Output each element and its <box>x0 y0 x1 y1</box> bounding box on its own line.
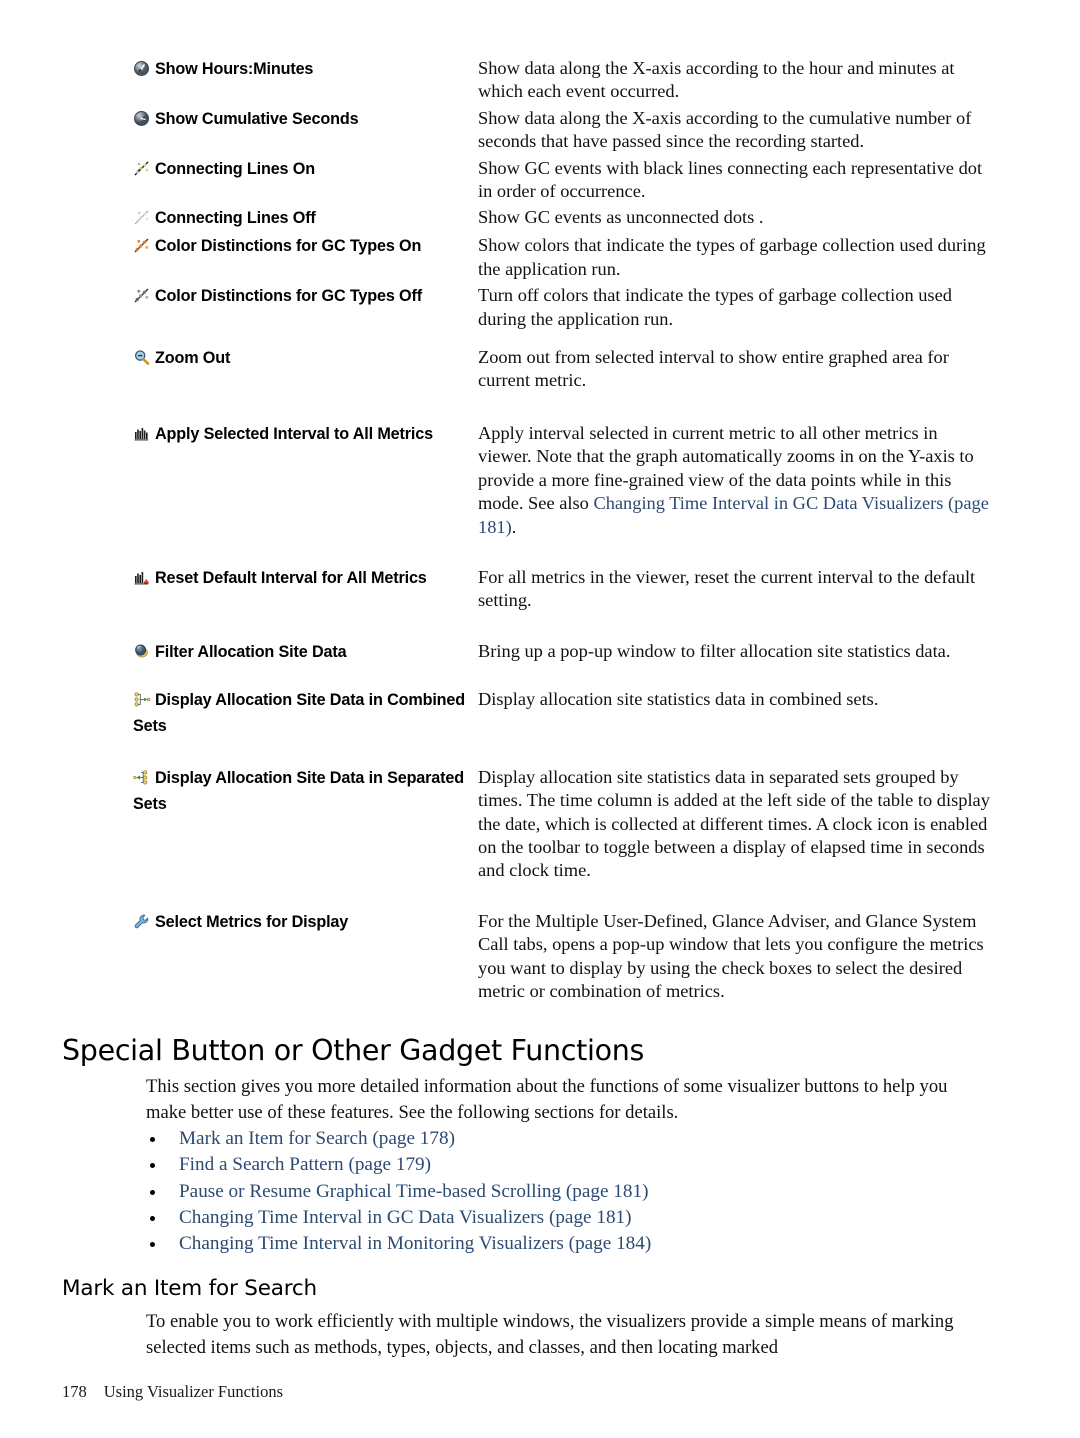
page-footer: 178 Using Visualizer Functions <box>62 1382 283 1402</box>
definition-term-label: Reset Default Interval for All Metrics <box>155 568 427 587</box>
definition-term-label: Connecting Lines On <box>155 159 315 178</box>
table-row: Color Distinctions for GC Types On Show … <box>133 233 995 281</box>
definition-term-label: Show Cumulative Seconds <box>155 109 359 128</box>
definition-term: Select Metrics for Display <box>133 909 478 935</box>
definition-description: Show GC events as unconnected dots . <box>478 207 764 228</box>
definition-term-label: Zoom Out <box>155 349 231 368</box>
table-row: Reset Default Interval for All Metrics F… <box>133 565 995 613</box>
definition-term: Display Allocation Site Data in Combined… <box>133 687 478 739</box>
clock-gauge-seconds-icon <box>133 110 151 127</box>
definition-term: Connecting Lines Off <box>133 205 478 231</box>
list-item-link[interactable]: Changing Time Interval in Monitoring Vis… <box>179 1233 651 1254</box>
table-row: Zoom Out Zoom out from selected interval… <box>133 345 995 393</box>
definition-term: Connecting Lines On <box>133 156 478 182</box>
list-item[interactable]: Changing Time Interval in Monitoring Vis… <box>146 1231 992 1257</box>
list-item-link[interactable]: Mark an Item for Search (page 178) <box>179 1128 455 1149</box>
toolbar-button-definition-table: Show Hours:Minutes Show data along the X… <box>133 56 995 1003</box>
clock-gauge-icon <box>133 60 151 77</box>
table-row: Apply Selected Interval to All Metrics A… <box>133 421 995 539</box>
definition-description: Show data along the X-axis according to … <box>478 107 972 152</box>
bullet-dot-icon <box>150 1137 155 1142</box>
definition-term-label: Connecting Lines Off <box>155 209 316 228</box>
bullet-dot-icon <box>150 1242 155 1248</box>
list-item[interactable]: Changing Time Interval in GC Data Visual… <box>146 1205 992 1231</box>
definition-term-label: Select Metrics for Display <box>155 912 349 931</box>
footer-page-number: 178 <box>62 1382 87 1401</box>
wrench-icon <box>133 913 151 930</box>
definition-description: Display allocation site statistics data … <box>478 688 879 709</box>
connecting-lines-on-icon <box>133 160 151 177</box>
definition-description: Bring up a pop-up window to filter alloc… <box>478 640 951 661</box>
color-distinctions-on-icon <box>133 237 151 254</box>
table-row: Show Hours:Minutes Show data along the X… <box>133 56 995 104</box>
definition-term: Reset Default Interval for All Metrics <box>133 565 478 591</box>
definition-description: Show colors that indicate the types of g… <box>478 235 986 279</box>
table-row: Show Cumulative Seconds Show data along … <box>133 106 995 154</box>
definition-term-label: Color Distinctions for GC Types Off <box>155 287 422 306</box>
definition-term-label: Show Hours:Minutes <box>155 60 314 78</box>
list-item-link[interactable]: Find a Search Pattern (page 179) <box>179 1154 431 1175</box>
definition-description: Display allocation site statistics data … <box>478 766 990 881</box>
definition-term: Display Allocation Site Data in Separate… <box>133 765 478 817</box>
definition-description: Show GC events with black lines connecti… <box>478 157 983 202</box>
definition-term-label: Apply Selected Interval to All Metrics <box>155 424 433 443</box>
description-text-suffix: . <box>511 516 517 537</box>
bullet-dot-icon <box>150 1189 155 1195</box>
table-row: Display Allocation Site Data in Separate… <box>133 765 995 883</box>
section-paragraph-mark-item: To enable you to work efficiently with m… <box>146 1311 954 1358</box>
list-item[interactable]: Find a Search Pattern (page 179) <box>146 1152 992 1178</box>
definition-term: Color Distinctions for GC Types On <box>133 233 478 259</box>
definition-description: For all metrics in the viewer, reset the… <box>478 566 976 611</box>
table-row: Color Distinctions for GC Types Off Turn… <box>133 283 995 331</box>
definition-term: Color Distinctions for GC Types Off <box>133 283 478 309</box>
footer-chapter-title: Using Visualizer Functions <box>103 1382 284 1401</box>
definition-term: Apply Selected Interval to All Metrics <box>133 421 478 447</box>
zoom-out-icon <box>133 349 151 366</box>
definition-description: Apply interval selected in current metri… <box>478 421 995 539</box>
bullet-dot-icon <box>150 1163 155 1169</box>
definition-term-label: Display Allocation Site Data in Separate… <box>133 768 464 813</box>
table-row: Connecting Lines Off Show GC events as u… <box>133 205 995 231</box>
definition-description: Show data along the X-axis according to … <box>478 58 955 102</box>
connecting-lines-off-icon <box>133 209 151 226</box>
definition-description: For the Multiple User-Defined, Glance Ad… <box>478 910 984 1001</box>
apply-interval-bars-icon <box>133 425 151 442</box>
cross-reference-list: Mark an Item for Search (page 178) Find … <box>146 1126 992 1257</box>
definition-term: Show Cumulative Seconds <box>133 106 478 132</box>
list-item-link[interactable]: Changing Time Interval in GC Data Visual… <box>179 1207 632 1228</box>
definition-term-label: Display Allocation Site Data in Combined… <box>133 690 466 735</box>
page-title-special-button: Special Button or Other Gadget Functions <box>62 1034 645 1067</box>
list-item[interactable]: Pause or Resume Graphical Time-based Scr… <box>146 1179 992 1205</box>
definition-description: Turn off colors that indicate the types … <box>478 285 952 329</box>
color-distinctions-off-icon <box>133 287 151 304</box>
definition-description: Zoom out from selected interval to show … <box>478 347 949 391</box>
definition-term: Zoom Out <box>133 345 478 371</box>
separated-sets-icon <box>133 769 151 786</box>
document-page: Show Hours:Minutes Show data along the X… <box>0 0 1080 1438</box>
definition-term: Show Hours:Minutes <box>133 56 478 82</box>
table-row: Display Allocation Site Data in Combined… <box>133 687 995 739</box>
bullet-dot-icon <box>150 1215 155 1221</box>
table-row: Filter Allocation Site Data Bring up a p… <box>133 639 995 665</box>
definition-term: Filter Allocation Site Data <box>133 639 478 665</box>
section-heading-mark-item: Mark an Item for Search <box>62 1276 317 1301</box>
combined-sets-icon <box>133 691 151 708</box>
table-row: Connecting Lines On Show GC events with … <box>133 156 995 204</box>
definition-term-label: Color Distinctions for GC Types On <box>155 237 422 256</box>
list-item-link[interactable]: Pause or Resume Graphical Time-based Scr… <box>179 1181 648 1202</box>
definition-term-label: Filter Allocation Site Data <box>155 642 347 661</box>
filter-allocation-icon <box>133 643 151 660</box>
table-row: Select Metrics for Display For the Multi… <box>133 909 995 1004</box>
section-intro-paragraph: This section gives you more detailed inf… <box>146 1076 948 1123</box>
list-item[interactable]: Mark an Item for Search (page 178) <box>146 1126 992 1152</box>
reset-interval-bars-icon <box>133 569 151 586</box>
